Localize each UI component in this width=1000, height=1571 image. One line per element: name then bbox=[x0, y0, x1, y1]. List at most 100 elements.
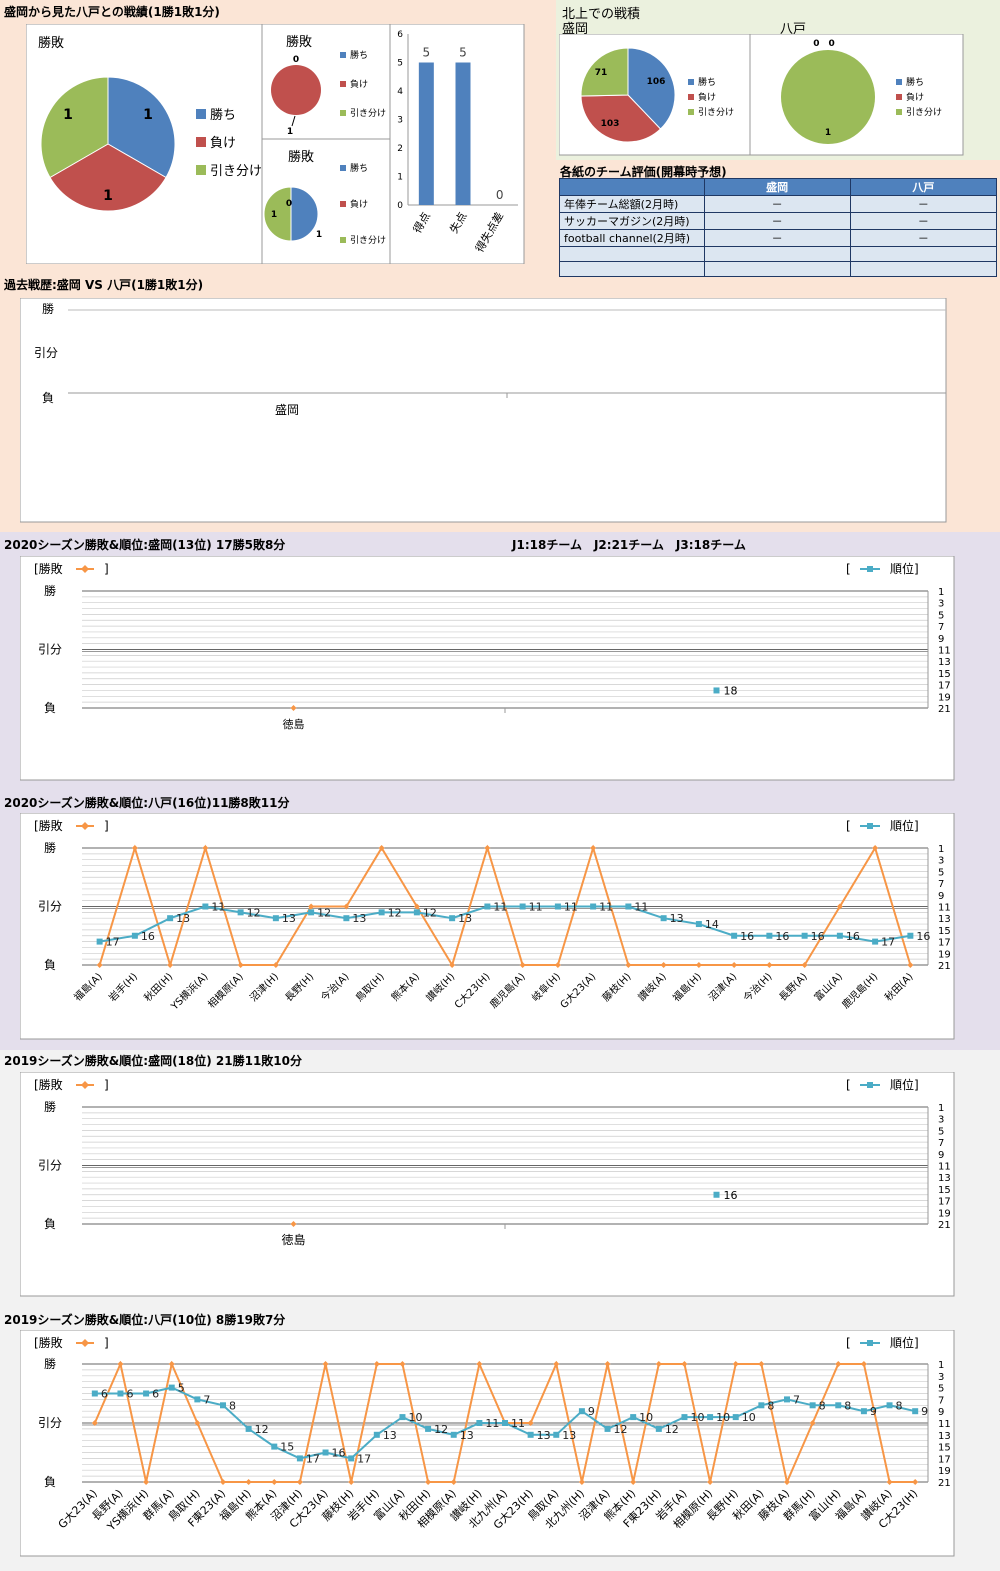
pie-data-label: 1 bbox=[63, 107, 73, 123]
rank-marker bbox=[655, 1425, 662, 1432]
eval-row: 年俸チーム総額(2月時) －－ bbox=[559, 195, 998, 213]
rank-marker bbox=[373, 1431, 380, 1438]
rank-data-label: 12 bbox=[434, 1423, 448, 1436]
pie-data-label: 1 bbox=[271, 210, 277, 220]
rank-marker bbox=[554, 903, 561, 910]
rank-data-label: 12 bbox=[614, 1423, 628, 1436]
chart-frame bbox=[20, 1072, 955, 1297]
eval-header-cell bbox=[559, 178, 705, 196]
pie-data-label: 1 bbox=[316, 230, 322, 240]
rank-marker bbox=[681, 1414, 688, 1421]
rank-data-label: 13 bbox=[176, 912, 190, 925]
eval-row: football channel(2月時) －－ bbox=[559, 229, 998, 247]
rank-data-label: 11 bbox=[564, 901, 578, 914]
eval-header-cell: 八戸 bbox=[849, 178, 998, 196]
past-chart: 勝 引分 負 盛岡 bbox=[20, 298, 947, 523]
legend-swatch-win bbox=[340, 52, 346, 58]
legend-rank-marker bbox=[867, 823, 873, 829]
legend-label-draw: 引き分け bbox=[350, 235, 386, 246]
rank-data-label: 6 bbox=[126, 1388, 133, 1401]
s2020-morioka-chart: [勝敗][順位]勝引分負13579111315171921徳島18 bbox=[20, 556, 955, 781]
rank-data-label: 17 bbox=[881, 936, 895, 949]
s2-title: 2020シーズン勝敗&順位:八戸(16位)11勝8敗11分 bbox=[4, 796, 290, 810]
rank-data-label: 11 bbox=[485, 1417, 499, 1430]
rank-marker bbox=[378, 909, 385, 916]
legend-label-win: 勝ち bbox=[698, 76, 716, 88]
pie-data-label: 106 bbox=[647, 77, 666, 87]
legend-label-lose: 負け bbox=[350, 198, 368, 210]
legend-label-lose: 負け bbox=[350, 78, 368, 90]
rank-marker bbox=[630, 1414, 637, 1421]
pie-data-label: 1 bbox=[287, 127, 293, 137]
rank-marker bbox=[425, 1425, 432, 1432]
rank-marker bbox=[766, 932, 773, 939]
legend-label-win: 勝ち bbox=[210, 108, 236, 123]
eval-cell bbox=[849, 261, 998, 277]
rank-marker bbox=[322, 1449, 329, 1456]
rank-tick-label: 9 bbox=[938, 891, 944, 902]
rank-tick-label: 7 bbox=[938, 622, 944, 633]
rank-marker bbox=[860, 1408, 867, 1415]
rank-marker bbox=[343, 915, 350, 922]
rank-tick-label: 5 bbox=[938, 1384, 944, 1395]
legend-label-win: 勝ち bbox=[906, 76, 924, 88]
rank-marker bbox=[96, 938, 103, 945]
pie-slice-負け bbox=[271, 65, 321, 115]
rank-marker bbox=[695, 921, 702, 928]
rank-tick-label: 5 bbox=[938, 1126, 944, 1137]
y-label-win: 勝 bbox=[44, 1099, 56, 1114]
rank-tick-label: 19 bbox=[938, 949, 951, 960]
y-label-lose: 負 bbox=[44, 958, 56, 972]
rank-marker bbox=[872, 938, 879, 945]
eval-row bbox=[559, 246, 998, 262]
rank-marker bbox=[308, 909, 315, 916]
rank-tick-label: 5 bbox=[938, 610, 944, 621]
eval-cell bbox=[559, 246, 705, 262]
eval-cell bbox=[559, 261, 705, 277]
h2h-away-title: 勝敗 bbox=[288, 150, 314, 165]
rank-data-label: 10 bbox=[742, 1411, 756, 1424]
rank-data-label: 13 bbox=[383, 1429, 397, 1442]
legend-swatch-win bbox=[688, 79, 694, 85]
rank-marker bbox=[625, 903, 632, 910]
legend-result-end: ] bbox=[104, 1336, 109, 1350]
legend-rank-label: 順位] bbox=[890, 818, 919, 833]
rank-marker bbox=[713, 687, 720, 694]
legend-label-draw: 引き分け bbox=[906, 107, 942, 118]
rank-tick-label: 19 bbox=[938, 1208, 951, 1219]
legend-label-draw: 引き分け bbox=[698, 107, 734, 118]
rank-marker bbox=[835, 1402, 842, 1409]
rank-data-label: 11 bbox=[493, 901, 507, 914]
rank-tick-label: 21 bbox=[938, 1220, 951, 1231]
rank-data-label: 12 bbox=[665, 1423, 679, 1436]
s2019-hachinohe-chart: [勝敗][順位]勝引分負135791113151719216 6 6 57 812151… bbox=[20, 1330, 955, 1557]
h2h-panel: 勝敗 111 勝ち負け引き分け 勝敗 01勝ち負け引き分け 勝敗 011勝ち負け引… bbox=[26, 24, 525, 264]
rank-marker bbox=[907, 932, 914, 939]
legend-result-end: ] bbox=[104, 1078, 109, 1092]
rank-marker bbox=[91, 1390, 98, 1397]
legend-rank-start: [ bbox=[846, 1078, 851, 1092]
rank-tick-label: 1 bbox=[938, 587, 944, 598]
rank-data-label: 16 bbox=[846, 930, 860, 943]
rank-data-label: 8 bbox=[896, 1399, 903, 1412]
rank-data-label: 11 bbox=[599, 901, 613, 914]
y-label-draw: 引分 bbox=[38, 900, 62, 914]
bar-data-label: 5 bbox=[459, 46, 467, 60]
rank-marker bbox=[713, 1191, 720, 1198]
rank-data-label: 7 bbox=[793, 1393, 800, 1406]
legend-rank-start: [ bbox=[846, 1336, 851, 1350]
rank-data-label: 13 bbox=[352, 912, 366, 925]
rank-data-label: 10 bbox=[716, 1411, 730, 1424]
chart-frame bbox=[20, 556, 955, 781]
rank-data-label: 13 bbox=[460, 1429, 474, 1442]
x-tick-label: 徳島 bbox=[283, 717, 305, 731]
rank-marker bbox=[784, 1396, 790, 1403]
rank-tick-label: 3 bbox=[938, 1372, 944, 1383]
rank-tick-label: 15 bbox=[938, 926, 951, 937]
y-tick-label: 1 bbox=[397, 173, 403, 183]
rank-tick-label: 19 bbox=[938, 692, 951, 703]
rank-marker bbox=[194, 1396, 201, 1403]
rank-tick-label: 15 bbox=[938, 1185, 951, 1196]
rank-data-label: 16 bbox=[740, 930, 754, 943]
y-tick-label: 2 bbox=[397, 144, 403, 154]
